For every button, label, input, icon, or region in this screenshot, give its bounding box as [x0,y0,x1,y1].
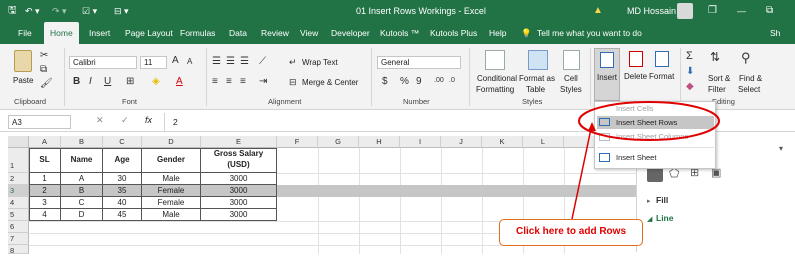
annotation-overlay [571,101,720,220]
arrow-head [588,122,596,131]
callout-box: Click here to add Rows [499,219,643,246]
highlight-ellipse [578,101,720,141]
annotation-arrow [571,123,593,220]
